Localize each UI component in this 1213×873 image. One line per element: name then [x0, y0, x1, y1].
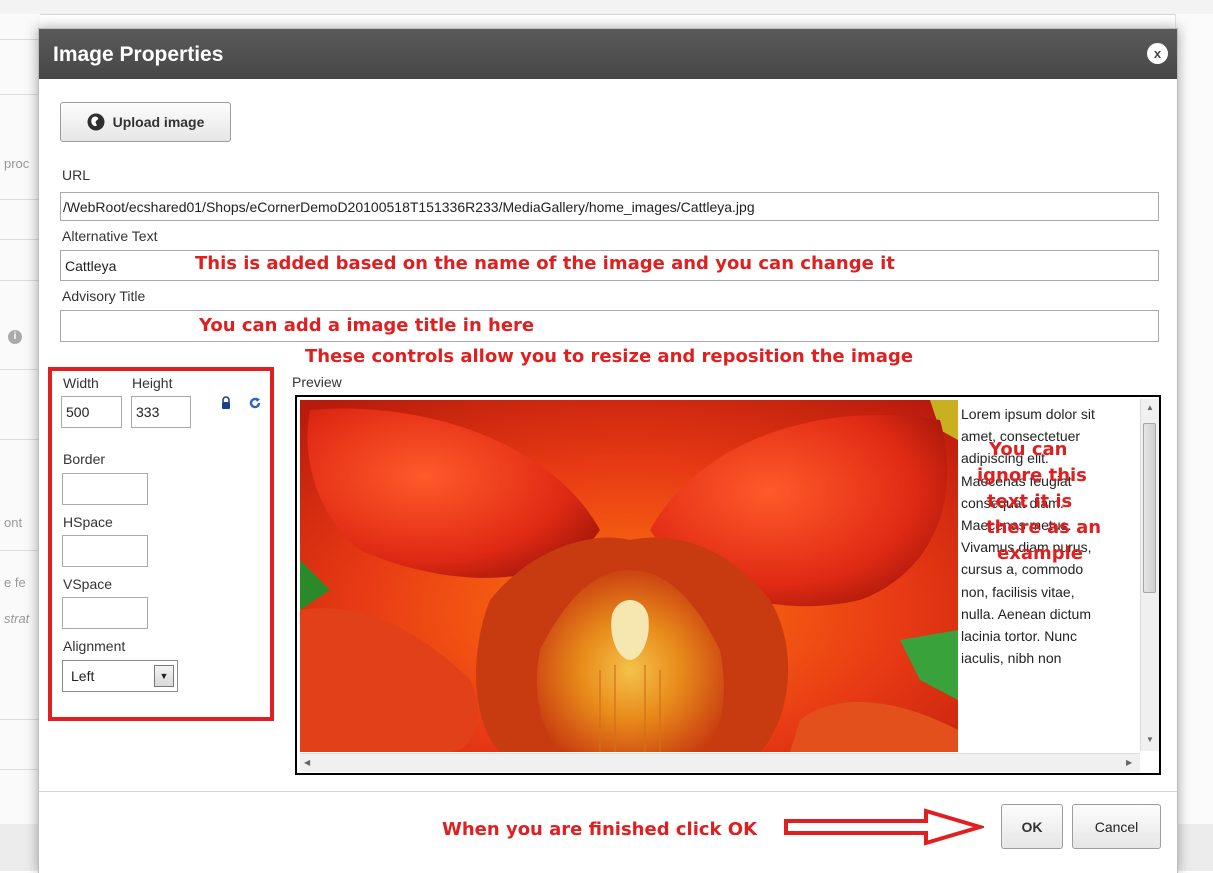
scroll-right-icon[interactable]: ▶: [1126, 758, 1132, 767]
image-properties-dialog: Image Properties x Upload image URL /Web…: [38, 28, 1178, 873]
preview-label: Preview: [292, 374, 342, 390]
controls-annotation: These controls allow you to resize and r…: [305, 346, 914, 367]
upload-image-button[interactable]: Upload image: [60, 102, 231, 142]
height-input[interactable]: 333: [131, 396, 191, 428]
alignment-select[interactable]: Left ▼: [62, 660, 178, 692]
alignment-value: Left: [71, 668, 95, 684]
right-arrow-icon: [784, 808, 984, 846]
cancel-button[interactable]: Cancel: [1072, 804, 1161, 849]
preview-annotation-line: text it is: [987, 491, 1073, 512]
preview-horizontal-scrollbar[interactable]: ◀ ▶: [300, 753, 1140, 772]
url-label: URL: [62, 167, 91, 183]
close-icon[interactable]: x: [1147, 43, 1168, 64]
background-page-right: [1175, 14, 1213, 871]
border-label: Border: [63, 451, 106, 467]
background-page-left: proc i ont e fe strat: [0, 14, 40, 871]
background-divider: [0, 94, 40, 95]
chevron-down-icon[interactable]: ▼: [154, 665, 174, 687]
background-text: strat: [4, 611, 30, 626]
scroll-left-icon[interactable]: ◀: [304, 758, 310, 767]
preview-vertical-scrollbar[interactable]: ▲ ▼: [1140, 399, 1159, 751]
background-divider: [0, 719, 40, 720]
scrollbar-thumb[interactable]: [1143, 423, 1156, 593]
vspace-input[interactable]: [62, 597, 148, 629]
background-divider: [0, 199, 40, 200]
width-input[interactable]: 500: [61, 396, 122, 428]
url-input[interactable]: /WebRoot/ecshared01/Shops/eCornerDemoD20…: [60, 192, 1159, 221]
info-icon: i: [8, 330, 22, 344]
orchid-image: [300, 400, 958, 752]
alternative-text-label: Alternative Text: [62, 228, 158, 244]
upload-globe-icon: [87, 113, 105, 131]
preview-annotation: You can ignore this text it is there as …: [977, 437, 1102, 567]
preview-annotation-line: ignore this: [977, 465, 1087, 486]
scroll-up-icon[interactable]: ▲: [1146, 403, 1154, 412]
ok-button[interactable]: OK: [1001, 804, 1063, 849]
alt-text-annotation: This is added based on the name of the i…: [195, 253, 895, 274]
upload-image-label: Upload image: [112, 114, 205, 130]
background-divider: [0, 550, 40, 551]
hspace-input[interactable]: [62, 535, 148, 567]
preview-annotation-line: there as an: [986, 517, 1102, 538]
border-input[interactable]: [62, 473, 148, 505]
alignment-label: Alignment: [63, 638, 126, 654]
background-text: proc: [4, 156, 30, 171]
lock-icon[interactable]: [219, 396, 233, 410]
vspace-label: VSpace: [63, 576, 113, 592]
background-divider: [0, 369, 40, 370]
preview-annotation-line: You can: [989, 439, 1068, 460]
advisory-title-annotation: You can add a image title in here: [199, 315, 535, 336]
background-divider: [0, 769, 40, 770]
background-divider: [0, 280, 40, 281]
dialog-title: Image Properties: [53, 43, 224, 66]
background-divider: [0, 39, 40, 40]
background-text: e fe: [4, 575, 26, 590]
image-preview: Lorem ipsum dolor sit amet, consectetuer…: [295, 395, 1161, 775]
background-text: ont: [4, 515, 23, 530]
width-label: Width: [63, 375, 99, 391]
height-label: Height: [132, 375, 173, 391]
background-divider: [0, 239, 40, 240]
advisory-title-label: Advisory Title: [62, 288, 146, 304]
background-divider: [0, 439, 40, 440]
ok-annotation: When you are finished click OK: [442, 819, 758, 840]
dialog-header: Image Properties x: [39, 29, 1177, 79]
preview-annotation-line: example: [997, 543, 1083, 564]
hspace-label: HSpace: [63, 514, 113, 530]
scroll-down-icon[interactable]: ▼: [1146, 735, 1154, 744]
background-toolbar: [0, 0, 1213, 15]
reset-size-icon[interactable]: [248, 396, 262, 410]
